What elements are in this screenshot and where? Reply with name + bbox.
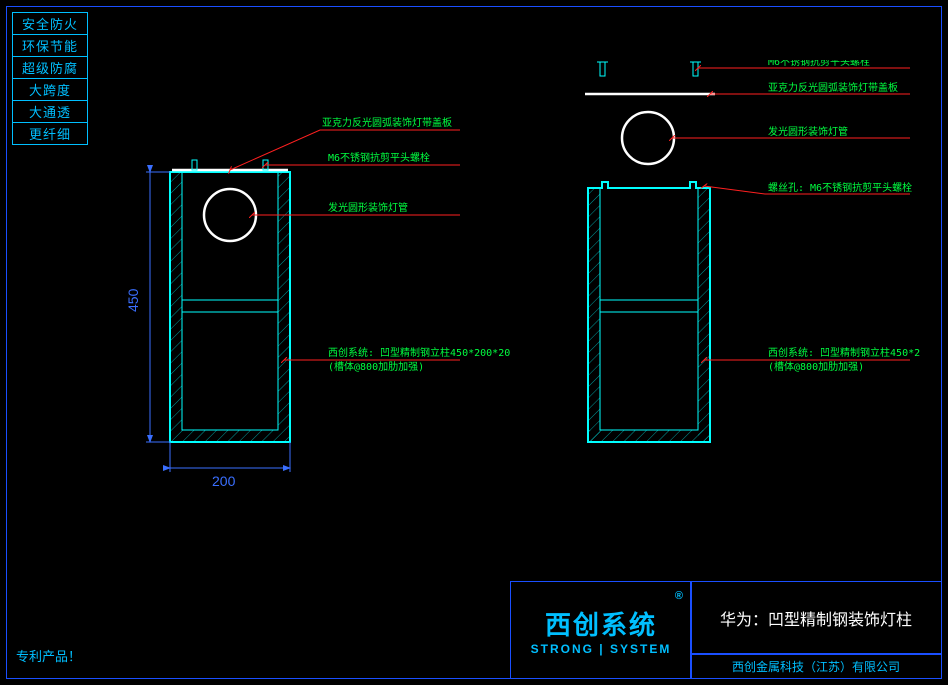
tag-item: 大通透 — [12, 100, 88, 123]
svg-text:M6不锈钢抗剪平头螺栓: M6不锈钢抗剪平头螺栓 — [328, 151, 430, 164]
drawing-title: 华为：凹型精制钢装饰灯柱 — [690, 581, 942, 655]
dim-width-value: 200 — [212, 473, 236, 489]
tag-item: 更纤细 — [12, 122, 88, 145]
company-name: 西创金属科技（江苏）有限公司 — [690, 653, 942, 679]
brand-name: 西创系统 — [545, 605, 657, 642]
tag-item: 超级防腐 — [12, 56, 88, 79]
logo-cell: ® 西创系统 STRONG | SYSTEM — [510, 581, 692, 679]
callout-r4: 螺丝孔: M6不锈钢抗剪平头螺栓 — [704, 181, 912, 194]
callout-l2: M6不锈钢抗剪平头螺栓 — [265, 151, 460, 165]
dim-width: 200 — [170, 442, 290, 489]
left-section — [170, 160, 290, 442]
title-block: ® 西创系统 STRONG | SYSTEM 华为：凹型精制钢装饰灯柱 西创金属… — [510, 581, 942, 679]
callout-r3: 发光圆形装饰灯管 — [672, 125, 910, 138]
svg-text:发光圆形装饰灯管: 发光圆形装饰灯管 — [328, 201, 408, 214]
dim-height-value: 450 — [125, 288, 141, 312]
patent-note: 专利产品！ — [16, 646, 81, 665]
svg-text:(槽体@800加肋加强): (槽体@800加肋加强) — [768, 360, 864, 373]
dim-height: 450 — [125, 172, 170, 442]
callout-r1: M6不锈钢抗剪平头螺栓 — [698, 60, 910, 68]
brand-sub: STRONG | SYSTEM — [531, 642, 672, 656]
right-section — [585, 62, 715, 442]
svg-text:亚克力反光圆弧装饰灯带盖板: 亚克力反光圆弧装饰灯带盖板 — [768, 81, 898, 94]
svg-text:西创系统: 凹型精制钢立柱450*200*20: 西创系统: 凹型精制钢立柱450*200*20 — [328, 346, 510, 359]
feature-tags: 安全防火 环保节能 超级防腐 大跨度 大通透 更纤细 — [12, 12, 88, 144]
svg-text:M6不锈钢抗剪平头螺栓: M6不锈钢抗剪平头螺栓 — [768, 60, 870, 68]
svg-text:螺丝孔: M6不锈钢抗剪平头螺栓: 螺丝孔: M6不锈钢抗剪平头螺栓 — [768, 181, 912, 194]
svg-text:西创系统: 凹型精制钢立柱450*200*20: 西创系统: 凹型精制钢立柱450*200*20 — [768, 346, 920, 359]
svg-text:(槽体@800加肋加强): (槽体@800加肋加强) — [328, 360, 424, 373]
tag-item: 环保节能 — [12, 34, 88, 57]
callout-r2: 亚克力反光圆弧装饰灯带盖板 — [710, 81, 910, 94]
cad-drawing: 450 200 亚克力反光圆弧装饰灯带盖板 M6不锈钢抗剪平头螺栓 发光圆形装饰… — [100, 60, 920, 580]
tag-item: 安全防火 — [12, 12, 88, 35]
svg-text:发光圆形装饰灯管: 发光圆形装饰灯管 — [768, 125, 848, 138]
tag-item: 大跨度 — [12, 78, 88, 101]
callout-l4: 西创系统: 凹型精制钢立柱450*200*20 (槽体@800加肋加强) — [284, 346, 510, 373]
reg-mark: ® — [675, 590, 683, 602]
svg-text:亚克力反光圆弧装饰灯带盖板: 亚克力反光圆弧装饰灯带盖板 — [322, 116, 452, 129]
callout-r5: 西创系统: 凹型精制钢立柱450*200*20 (槽体@800加肋加强) — [704, 346, 920, 373]
